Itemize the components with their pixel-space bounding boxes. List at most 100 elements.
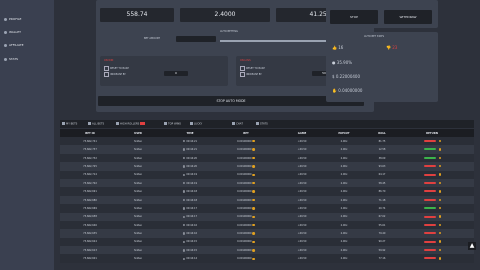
table-row[interactable]: 73,662,624 hidden 09:44:15 0.00100000 <49.50… [60,237,474,247]
cell-payout: 2.00x [340,215,348,219]
cell-payout: 2.00x [340,190,348,194]
coin-icon [252,207,255,210]
coin-icon [439,240,442,243]
table-row[interactable]: 73,662,714 hidden 09:44:19 0.00100000 <49.50… [60,170,474,179]
return-indicator [424,257,436,260]
cell-bet: 0.00100000 [237,140,255,143]
on-loss-increase[interactable]: INCREASE BY [240,72,262,77]
cell-id: 73,662,732 [83,156,97,160]
thumbs-up-icon: 👍 [332,45,337,50]
tab-all-bets[interactable]: ALL BETS [88,122,104,125]
cell-id: 73,662,714 [83,173,97,177]
wallet-icon [4,30,7,34]
table-row[interactable]: 73,662,601 hidden 09:44:14 0.00100000 <49.50… [60,254,474,263]
top-right-panel: STOP WITHDRAW [326,0,438,28]
sidebar-item-stats[interactable]: STATS [4,57,18,61]
cell-roll: 38.09 [378,156,386,160]
table-row[interactable]: 73,662,680 hidden 09:44:18 0.00100000 <49.50… [60,195,474,205]
sidebar-item-profile[interactable]: PROFILE [4,17,21,21]
clock-icon [182,182,186,185]
return-indicator [424,232,436,235]
tab-high-rollers[interactable]: HIGH ROLLERS [116,122,146,126]
on-win-value[interactable]: 0 [164,71,188,76]
column-header[interactable]: USER [134,132,142,135]
stop-auto-button[interactable]: STOP AUTO MODE [98,96,364,106]
tab-chat[interactable]: CHAT [232,122,243,125]
cell-bet: 0.00100000 [237,148,255,151]
profit-display: 558.74 [100,8,174,22]
cell-payout: 2.00x [340,139,348,143]
stop-button[interactable]: STOP [330,10,378,24]
column-header[interactable]: BET ID [85,132,95,135]
cell-id: 73,662,669 [83,206,97,210]
sidebar-item-label: AFFILIATE [9,43,24,47]
table-row[interactable]: 73,662,669 hidden 09:44:17 0.00100000 <49.50… [60,204,474,213]
cell-bet: 0.00100000 [237,165,255,168]
tab-stats[interactable]: STATS [256,122,268,125]
cell-time: 09:44:19 [182,182,197,185]
cell-id: 73,662,601 [83,257,97,261]
table-row[interactable]: 73,662,613 hidden 09:44:15 0.00100000 <49.50… [60,246,474,255]
cell-user: hidden [133,156,143,160]
cell-time: 09:44:14 [182,257,197,260]
sidebar-item-affiliate[interactable]: AFFILIATE [4,43,24,47]
on-win-increase[interactable]: INCREASE BY [104,72,126,77]
table-body: 73,662,741 hidden 09:44:21 0.00100000 <49.50… [60,137,474,263]
cell-user: hidden [133,173,143,177]
return-indicator [424,240,436,243]
return-indicator [424,198,436,201]
table-row[interactable]: 73,662,658 hidden 09:44:17 0.00100000 <49.50… [60,212,474,221]
tab-lucky[interactable]: LUCKY [190,122,202,125]
table-row[interactable]: 73,662,635 hidden 09:44:16 0.00100000 <49.50… [60,229,474,238]
table-row[interactable]: 73,662,702 hidden 09:44:19 0.00100000 <49.50… [60,178,474,188]
cell-bet: 0.00100000 [237,224,255,227]
return-indicator [424,165,436,168]
wins-row: 👍 16 [332,45,344,50]
cell-id: 73,662,741 [83,139,97,143]
cell-time: 09:44:21 [182,148,197,151]
cell-payout: 2.00x [340,156,348,160]
sidebar-item-wallet[interactable]: WALLET [4,30,21,34]
profit-row: $ 0.22000400 [332,74,361,79]
scroll-up-button[interactable]: ▲ [468,242,476,250]
table-row[interactable]: 73,662,725 hidden 09:44:20 0.00100000 <49.50… [60,162,474,171]
on-win-panel: ON WIN RESET TO BASE INCREASE BY 0 [100,56,228,86]
column-header[interactable]: PAYOUT [338,132,349,135]
tab-top-wins[interactable]: TOP WINS [164,122,181,125]
clock-icon [182,224,186,227]
column-header[interactable]: RETURN [426,132,438,135]
bet-amount-input[interactable] [176,36,216,42]
cell-game: <49.50 [297,173,307,177]
wager-display: 2.4000 [180,8,270,22]
on-loss-reset[interactable]: RESET TO BASE [240,66,265,71]
cell-game: <49.50 [297,148,307,152]
tab-my-bets[interactable]: MY BETS [62,122,77,125]
cell-roll: 90.27 [378,240,386,244]
column-header[interactable]: GAME [298,132,307,135]
cell-payout: 2.00x [340,181,348,185]
return-indicator [424,249,436,252]
table-row[interactable]: 73,662,741 hidden 09:44:21 0.00100000 <49.50… [60,137,474,146]
cell-roll: 81.75 [378,139,386,143]
table-row[interactable]: 73,662,737 hidden 09:44:21 0.00100000 <49.50… [60,145,474,154]
coin-icon [252,173,255,177]
clock-icon [182,165,186,168]
column-header[interactable]: ROLL [378,132,386,135]
table-row[interactable]: 73,662,732 hidden 09:44:20 0.00100000 <49.50… [60,153,474,163]
on-loss-title: ON LOSS [240,59,251,62]
cell-bet: 0.00100000 [237,207,255,210]
cell-payout: 2.00x [340,164,348,168]
cell-bet: 0.00100000 [237,257,255,260]
column-header[interactable]: BET [243,132,249,135]
cell-bet: 0.00100000 [237,173,255,176]
cell-id: 73,662,658 [83,215,97,219]
on-win-reset[interactable]: RESET TO BASE [104,66,129,71]
cell-payout: 2.00x [340,173,348,177]
table-row[interactable]: 73,662,646 hidden 09:44:16 0.00100000 <49.50… [60,220,474,230]
cell-roll: 67.02 [378,215,386,219]
cell-game: <49.50 [297,215,307,219]
table-row[interactable]: 73,662,691 hidden 09:44:18 0.00100000 <49.50… [60,187,474,196]
cell-user: hidden [133,181,143,185]
column-header[interactable]: TIME [186,132,193,135]
withdraw-button[interactable]: WITHDRAW [384,10,432,24]
